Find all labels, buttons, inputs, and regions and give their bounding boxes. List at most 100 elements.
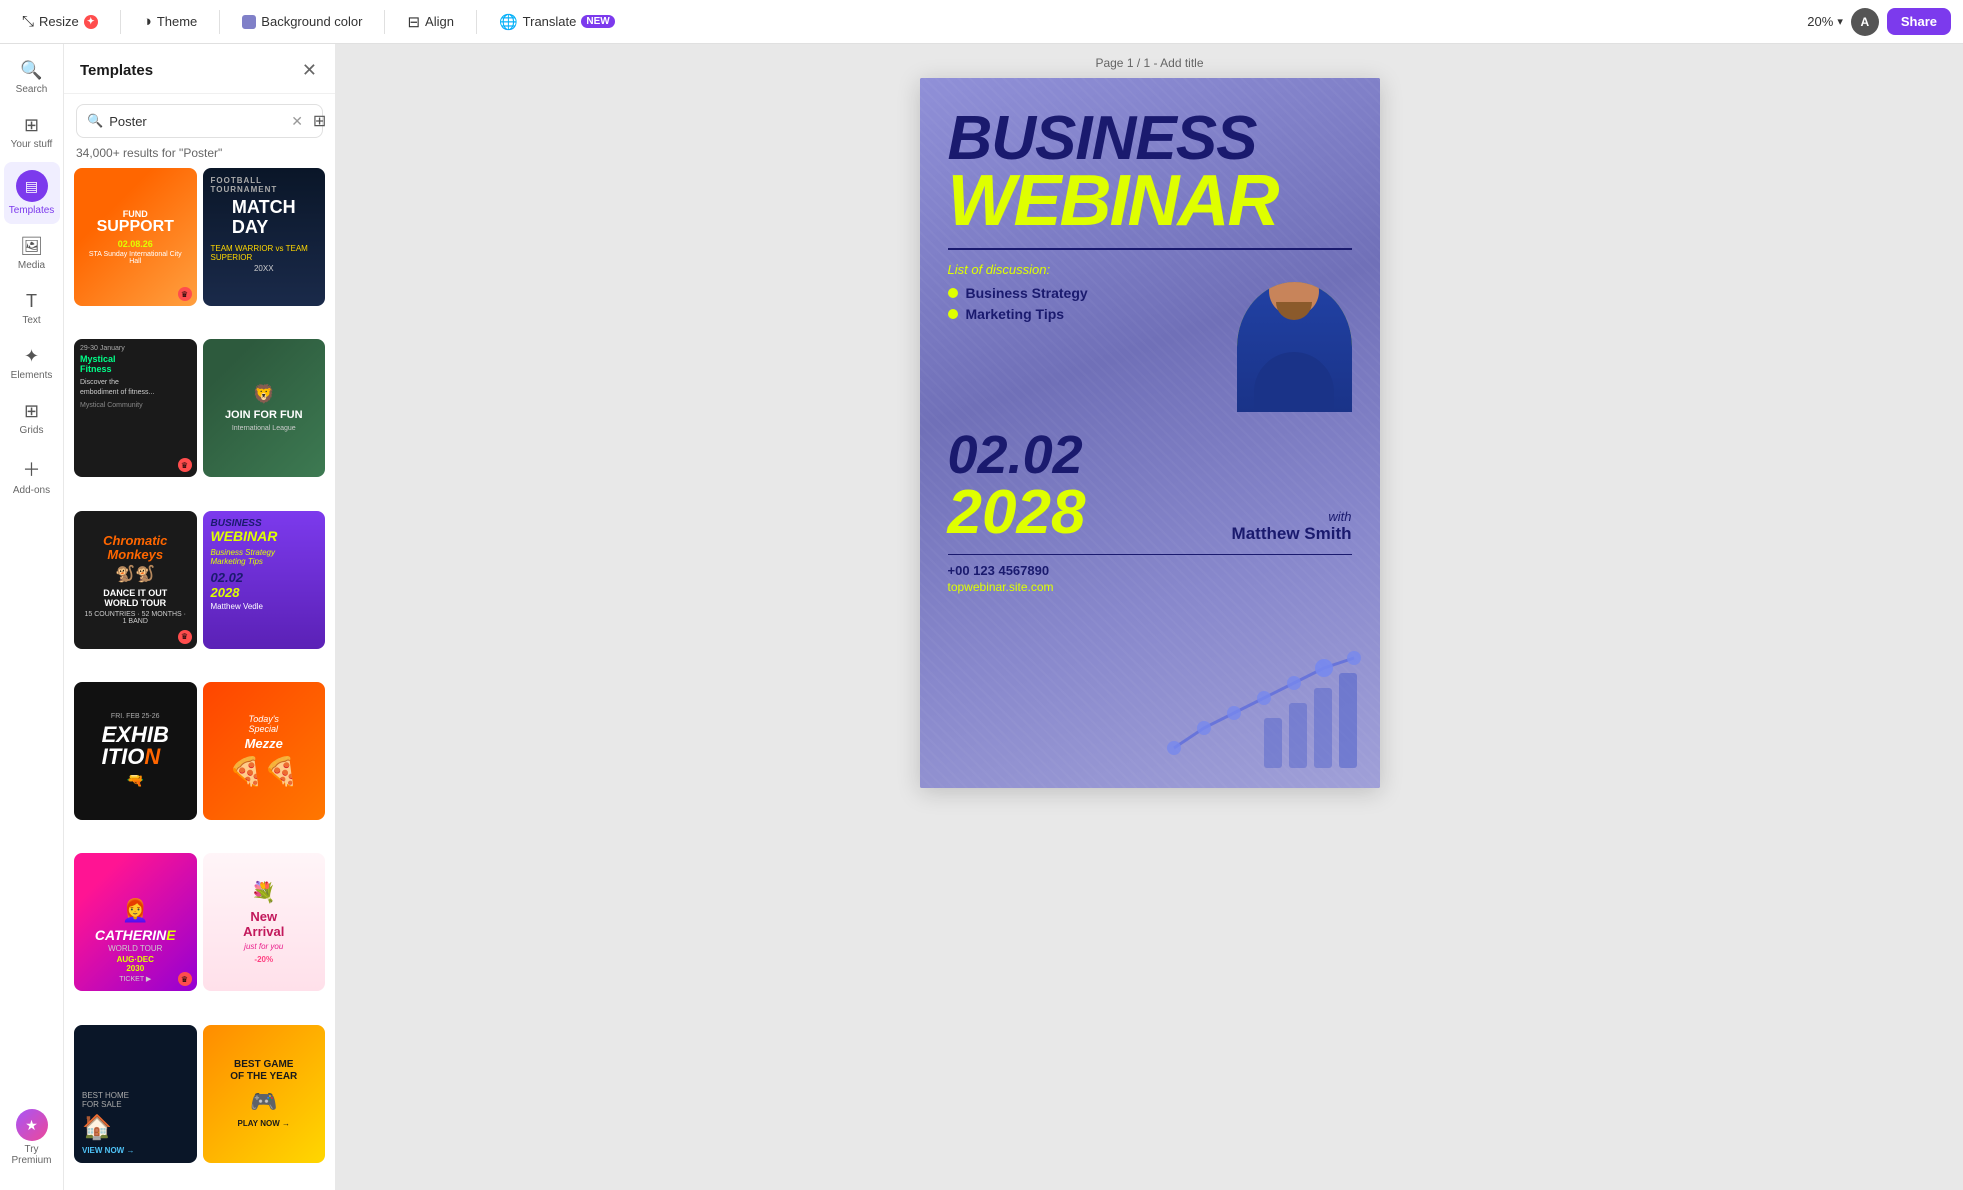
search-label: Search (16, 84, 48, 95)
poster-discussion-section: List of discussion: Business Strategy Ma… (948, 262, 1352, 412)
poster[interactable]: BUSINESS WEBINAR List of discussion: Bus… (920, 78, 1380, 788)
media-label: Media (18, 260, 45, 271)
poster-avatar-container (1222, 262, 1352, 412)
resize-button[interactable]: ⤡ Resize ✦ (12, 8, 108, 35)
poster-bullet-1: Business Strategy (948, 285, 1210, 301)
elements-label: Elements (11, 370, 53, 381)
text-icon: T (26, 291, 37, 312)
template-thumb-12[interactable]: BEST GAMEOF THE YEAR 🎮 PLAY NOW → (203, 1025, 326, 1163)
premium-icon: ★ (25, 1117, 38, 1134)
search-bar-icon: 🔍 (87, 113, 103, 129)
yourstuff-label: Your stuff (11, 139, 53, 150)
template-thumb-11[interactable]: BEST HOMEFOR SALE 🏠 VIEW NOW → (74, 1025, 197, 1163)
templates-icon: ▤ (25, 178, 38, 195)
avatar-person (1237, 282, 1352, 412)
page-label: Page 1 / 1 - Add title (336, 44, 1963, 78)
templates-grid: FUND SUPPORT 02.08.26 STA Sunday Interna… (64, 168, 335, 1190)
sidebar-item-search[interactable]: 🔍 Search (4, 52, 60, 103)
theme-label: Theme (157, 14, 197, 29)
poster-chart (1164, 648, 1364, 768)
bg-color-button[interactable]: Background color (232, 9, 372, 34)
results-count: 34,000+ results for "Poster" (64, 144, 335, 168)
translate-icon: 🌐 (499, 13, 518, 31)
avatar-green-bg (1237, 282, 1352, 412)
template-thumb-1[interactable]: FUND SUPPORT 02.08.26 STA Sunday Interna… (74, 168, 197, 306)
template-thumb-8[interactable]: Today'sSpecial Mezze 🍕🍕 (203, 682, 326, 820)
poster-speaker-name: Matthew Smith (1101, 524, 1351, 544)
sidebar-item-media[interactable]: 🖼 Media (4, 228, 60, 279)
bg-color-icon (242, 15, 256, 29)
canvas-area: Page 1 / 1 - Add title BUSINESS WEBINAR … (336, 44, 1963, 1190)
premium-label: Try Premium (8, 1144, 56, 1166)
addons-icon: ＋ (23, 456, 41, 482)
translate-button[interactable]: 🌐 Translate NEW (489, 8, 625, 36)
sidebar-item-text[interactable]: T Text (4, 283, 60, 334)
panel-header: Templates ✕ (64, 44, 335, 94)
avatar-body (1254, 352, 1334, 412)
grids-icon: ⊞ (24, 401, 39, 422)
premium-badge-5: ♛ (178, 630, 192, 644)
poster-website: topwebinar.site.com (948, 580, 1352, 594)
divider3 (384, 10, 385, 34)
avatar[interactable]: A (1851, 8, 1879, 36)
templates-icon-circle: ▤ (16, 170, 48, 202)
template-thumb-7[interactable]: FRI. FEB 25-26 EXHIBITION 🔫 (74, 682, 197, 820)
template-thumb-10[interactable]: 💐 NewArrival just for you -20% (203, 853, 326, 991)
search-input[interactable] (109, 114, 285, 129)
search-bar: 🔍 ✕ ⊞ (76, 104, 323, 138)
poster-divider-bottom (948, 554, 1352, 556)
template-thumb-4[interactable]: 🦁 JOIN FOR FUN International League (203, 339, 326, 477)
yourstuff-icon: ⊞ (24, 115, 39, 136)
poster-date-line: 02.02 2028 with Matthew Smith (948, 428, 1352, 544)
template-thumb-5[interactable]: ChromaticMonkeys 🐒🐒 DANCE IT OUTWORLD TO… (74, 511, 197, 649)
zoom-level: 20% (1807, 14, 1833, 29)
elements-icon: ✦ (24, 346, 39, 367)
template-thumb-6[interactable]: BUSINESSWEBINAR Business StrategyMarketi… (203, 511, 326, 649)
share-button[interactable]: Share (1887, 8, 1951, 35)
bullet-dot-1 (948, 288, 958, 298)
media-icon: 🖼 (20, 236, 43, 257)
main-area: 🔍 Search ⊞ Your stuff ▤ Templates 🖼 Medi… (0, 44, 1963, 1190)
sidebar-item-elements[interactable]: ✦ Elements (4, 338, 60, 389)
sidebar-item-grids[interactable]: ⊞ Grids (4, 393, 60, 444)
align-label: Align (425, 14, 454, 29)
search-clear-button[interactable]: ✕ (291, 113, 303, 130)
poster-date-day: 02.02 (948, 428, 1086, 482)
panel-title: Templates (80, 62, 153, 79)
resize-label: Resize (39, 14, 79, 29)
poster-date-section: 02.02 2028 with Matthew Smith (948, 428, 1352, 544)
poster-title-webinar: WEBINAR (948, 169, 1352, 234)
sidebar-icons: 🔍 Search ⊞ Your stuff ▤ Templates 🖼 Medi… (0, 44, 64, 1190)
premium-icon-circle: ★ (16, 1109, 48, 1141)
poster-with-text: with (1101, 509, 1351, 524)
poster-date-col: 02.02 2028 (948, 428, 1086, 544)
zoom-control[interactable]: 20% ▾ (1807, 14, 1843, 29)
poster-discussion-text: List of discussion: Business Strategy Ma… (948, 262, 1210, 327)
poster-phone: +00 123 4567890 (948, 563, 1352, 578)
poster-with-block: with Matthew Smith (1101, 509, 1351, 544)
new-badge: NEW (581, 15, 614, 28)
divider1 (120, 10, 121, 34)
sidebar-item-addons[interactable]: ＋ Add-ons (4, 448, 60, 504)
search-icon: 🔍 (20, 60, 42, 81)
avatar-beard (1276, 302, 1312, 320)
template-thumb-9[interactable]: 👩‍🦰 CATHERINE WORLD TOUR AUG·DEC2030 TIC… (74, 853, 197, 991)
filter-button[interactable]: ⊞ (313, 111, 326, 131)
resize-badge: ✦ (84, 15, 98, 29)
toolbar: ⤡ Resize ✦ ◑ Theme Background color ⊟ Al… (0, 0, 1963, 44)
template-thumb-2[interactable]: FOOTBALL TOURNAMENT MATCHDAY TEAM WARRIO… (203, 168, 326, 306)
canvas-wrapper: BUSINESS WEBINAR List of discussion: Bus… (336, 78, 1963, 1190)
align-button[interactable]: ⊟ Align (397, 8, 464, 36)
sidebar-item-premium[interactable]: ★ Try Premium (4, 1101, 60, 1174)
sidebar-item-templates[interactable]: ▤ Templates (4, 162, 60, 224)
sidebar-item-yourstuff[interactable]: ⊞ Your stuff (4, 107, 60, 158)
align-icon: ⊟ (407, 13, 420, 31)
theme-button[interactable]: ◑ Theme (133, 8, 208, 35)
templates-panel: Templates ✕ 🔍 ✕ ⊞ 34,000+ results for "P… (64, 44, 336, 1190)
template-thumb-3[interactable]: 29-30 January MysticalFitness Discover t… (74, 339, 197, 477)
zoom-chevron-icon[interactable]: ▾ (1837, 15, 1843, 28)
premium-badge-1: ♛ (178, 287, 192, 301)
close-panel-button[interactable]: ✕ (300, 58, 319, 83)
text-label: Text (22, 315, 40, 326)
poster-bullet-2: Marketing Tips (948, 306, 1210, 322)
